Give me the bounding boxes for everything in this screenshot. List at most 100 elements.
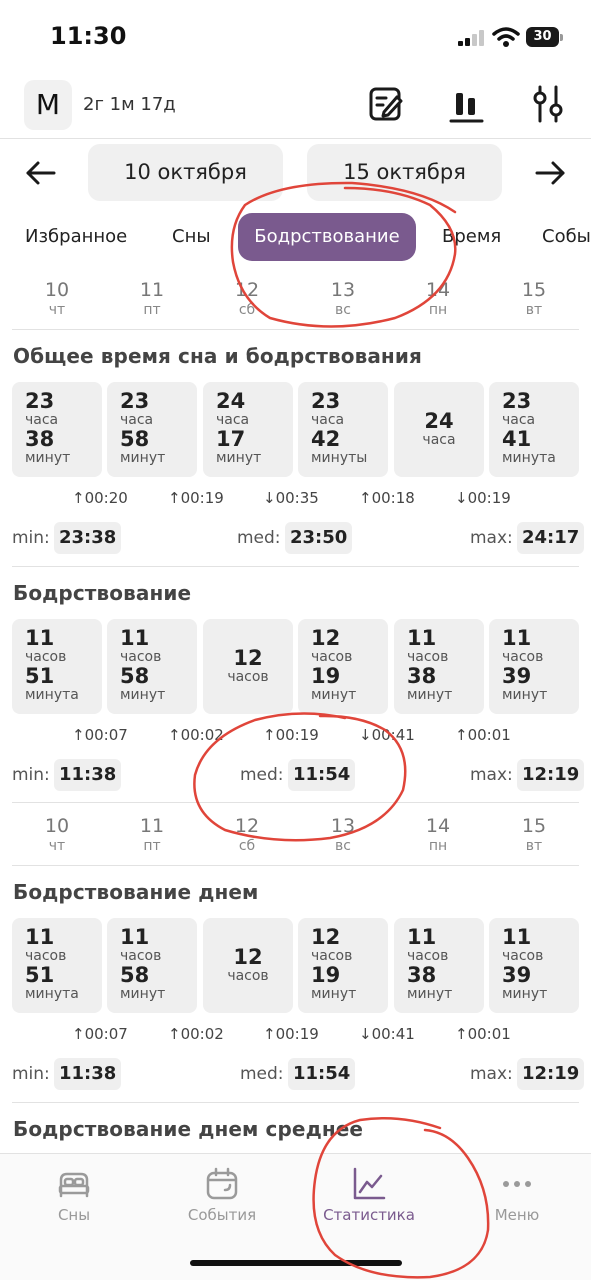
stat-card[interactable]: 11 часов 38 минут bbox=[394, 619, 484, 714]
delta-value: ↓00:41 bbox=[359, 1025, 415, 1043]
med-label: med: bbox=[240, 1064, 284, 1084]
day-column: 10 чт bbox=[44, 279, 70, 318]
med-label: med: bbox=[240, 765, 284, 785]
delta-value: ↓00:35 bbox=[263, 489, 319, 507]
stat-card[interactable]: 23 часа 42 минуты bbox=[298, 382, 388, 477]
day-column: 11 пт bbox=[139, 279, 165, 318]
stat-card[interactable]: 11 часов 58 минут bbox=[107, 918, 197, 1013]
tab-wakefulness[interactable]: Бодрствование bbox=[238, 213, 416, 261]
tabbar-label: Статистика bbox=[323, 1206, 415, 1224]
stat-card[interactable]: 11 часов 38 минут bbox=[394, 918, 484, 1013]
delta-value: ↓00:41 bbox=[359, 726, 415, 744]
stat-card[interactable]: 12 часов bbox=[203, 918, 293, 1013]
tab-time[interactable]: Время bbox=[442, 213, 501, 261]
delta-value: ↑00:18 bbox=[359, 489, 415, 507]
stat-card[interactable]: 12 часов 19 минут bbox=[298, 619, 388, 714]
max-label: max: bbox=[470, 765, 513, 785]
delta-row: ↑00:07 ↑00:02 ↑00:19 ↓00:41 ↑00:01 bbox=[12, 1025, 579, 1049]
stat-card[interactable]: 11 часов 39 минут bbox=[489, 619, 579, 714]
status-time: 11:30 bbox=[50, 22, 127, 50]
child-age: 2г 1м 17д bbox=[83, 94, 176, 115]
day-column: 11 пт bbox=[139, 815, 165, 854]
delta-value: ↑00:19 bbox=[263, 726, 319, 744]
date-to-button[interactable]: 15 октября bbox=[307, 144, 502, 201]
day-column: 12 сб bbox=[234, 279, 260, 318]
min-label: min: bbox=[12, 765, 50, 785]
section-title: Бодрствование днем bbox=[13, 880, 259, 904]
summary-stats: min: 11:38 med: 11:54 max: 12:19 bbox=[12, 1058, 585, 1090]
min-label: min: bbox=[12, 1064, 50, 1084]
med-value: 11:54 bbox=[288, 759, 356, 791]
tabbar-item-statistics[interactable]: Статистика bbox=[295, 1154, 443, 1224]
stat-card[interactable]: 12 часов bbox=[203, 619, 293, 714]
battery-icon: 30 bbox=[526, 27, 564, 47]
tabbar-item-menu[interactable]: Меню bbox=[443, 1154, 591, 1224]
day-column: 12 сб bbox=[234, 815, 260, 854]
calendar-icon bbox=[206, 1167, 238, 1200]
delta-value: ↑00:19 bbox=[168, 489, 224, 507]
delta-value: ↓00:19 bbox=[455, 489, 511, 507]
divider bbox=[12, 802, 579, 803]
tab-favorites[interactable]: Избранное bbox=[25, 213, 127, 261]
date-from-button[interactable]: 10 октября bbox=[88, 144, 283, 201]
delta-value: ↑00:01 bbox=[455, 1025, 511, 1043]
settings-sliders-icon[interactable] bbox=[528, 84, 568, 124]
tab-sleeps[interactable]: Сны bbox=[172, 213, 211, 261]
delta-value: ↑00:20 bbox=[72, 489, 128, 507]
tabbar-item-sleeps[interactable]: Сны bbox=[0, 1154, 148, 1224]
stat-card[interactable]: 23 часа 41 минута bbox=[489, 382, 579, 477]
day-header-row: 10 чт 11 пт 12 сб 13 вс 14 пн 15 вт bbox=[12, 279, 579, 329]
tab-events[interactable]: Собы bbox=[542, 213, 591, 261]
status-bar: 11:30 30 bbox=[0, 0, 591, 70]
stat-card[interactable]: 12 часов 19 минут bbox=[298, 918, 388, 1013]
wifi-icon bbox=[492, 27, 520, 47]
date-range: 10 октября 15 октября bbox=[0, 144, 591, 202]
bar-chart-icon[interactable] bbox=[446, 84, 486, 124]
max-value: 24:17 bbox=[517, 522, 585, 554]
day-column: 14 пн bbox=[425, 815, 451, 854]
signal-icon bbox=[458, 30, 486, 46]
stat-card[interactable]: 24 часа bbox=[394, 382, 484, 477]
day-column: 14 пн bbox=[425, 279, 451, 318]
day-header-row: 10 чт 11 пт 12 сб 13 вс 14 пн 15 вт bbox=[12, 815, 579, 865]
delta-value: ↑00:02 bbox=[168, 1025, 224, 1043]
chart-icon bbox=[353, 1167, 386, 1200]
battery-level: 30 bbox=[526, 27, 559, 47]
stat-card[interactable]: 23 часа 58 минут bbox=[107, 382, 197, 477]
max-label: max: bbox=[470, 1064, 513, 1084]
category-tabs: Избранное Сны Бодрствование Время Собы bbox=[0, 213, 591, 263]
stat-card[interactable]: 11 часов 51 минута bbox=[12, 918, 102, 1013]
stat-cards: 23 часа 38 минут 23 часа 58 минут 24 часа 17 мину… bbox=[12, 382, 579, 477]
day-column: 10 чт bbox=[44, 815, 70, 854]
summary-stats: min: 23:38 med: 23:50 max: 24:17 bbox=[12, 522, 585, 554]
edit-icon[interactable] bbox=[366, 84, 406, 124]
tabbar-label: Сны bbox=[57, 1206, 91, 1224]
tabbar-label: События bbox=[187, 1206, 257, 1224]
med-value: 23:50 bbox=[285, 522, 353, 554]
med-value: 11:54 bbox=[288, 1058, 356, 1090]
min-value: 11:38 bbox=[54, 1058, 122, 1090]
stat-card[interactable]: 24 часа 17 минут bbox=[203, 382, 293, 477]
stat-card[interactable]: 11 часов 39 минут bbox=[489, 918, 579, 1013]
stat-card[interactable]: 23 часа 38 минут bbox=[12, 382, 102, 477]
stat-card[interactable]: 11 часов 51 минута bbox=[12, 619, 102, 714]
delta-value: ↑00:07 bbox=[72, 726, 128, 744]
avatar[interactable]: M bbox=[24, 80, 72, 130]
med-label: med: bbox=[237, 528, 281, 548]
section-title: Общее время сна и бодрствования bbox=[13, 344, 422, 368]
delta-row: ↑00:20 ↑00:19 ↓00:35 ↑00:18 ↓00:19 bbox=[12, 489, 579, 513]
app-header: M 2г 1м 17д bbox=[0, 78, 591, 134]
delta-value: ↑00:01 bbox=[455, 726, 511, 744]
divider bbox=[12, 1102, 579, 1103]
stat-card[interactable]: 11 часов 58 минут bbox=[107, 619, 197, 714]
section-title: Бодрствование днем среднее bbox=[13, 1117, 364, 1141]
day-column: 15 вт bbox=[521, 279, 547, 318]
arrow-left-icon[interactable] bbox=[24, 156, 58, 190]
divider bbox=[12, 329, 579, 330]
tabbar-item-events[interactable]: События bbox=[148, 1154, 296, 1224]
more-icon bbox=[503, 1181, 531, 1187]
arrow-right-icon[interactable] bbox=[533, 156, 567, 190]
delta-value: ↑00:07 bbox=[72, 1025, 128, 1043]
max-label: max: bbox=[470, 528, 513, 548]
max-value: 12:19 bbox=[517, 759, 585, 791]
